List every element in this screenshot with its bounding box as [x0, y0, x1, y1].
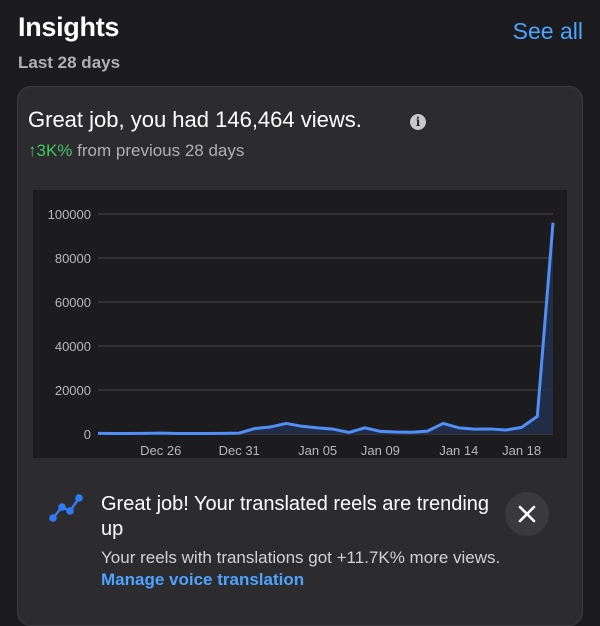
y-tick-label: 0: [84, 427, 91, 442]
views-change: ↑3K% from previous 28 days: [28, 141, 244, 161]
y-tick-label: 80000: [55, 251, 91, 266]
change-text: from previous 28 days: [72, 141, 245, 160]
notice-body: Your reels with translations got +11.7K%…: [101, 547, 501, 591]
views-line: [97, 222, 555, 436]
info-icon[interactable]: i: [410, 114, 426, 130]
period-label: Last 28 days: [18, 53, 121, 72]
notice-title: Great job! Your translated reels are tre…: [101, 493, 490, 540]
x-tick-label: Jan 05: [298, 443, 337, 458]
see-all-link[interactable]: See all: [513, 18, 583, 45]
x-tick-label: Jan 14: [439, 443, 478, 458]
views-area: [98, 222, 553, 434]
insights-title: Insights: [18, 12, 120, 42]
views-headline: Great job, you had 146,464 views.: [28, 107, 362, 132]
change-value: ↑3K%: [28, 141, 73, 160]
manage-voice-translation-link[interactable]: Manage voice translation: [101, 570, 304, 589]
y-tick-label: 60000: [55, 295, 91, 310]
y-tick-label: 100000: [48, 207, 91, 222]
x-tick-label: Jan 18: [502, 443, 541, 458]
views-chart-svg: 100000 80000 60000 40000 20000 0 Dec 26 Dec 31 J…: [48, 207, 555, 458]
y-tick-label: 40000: [55, 339, 91, 354]
x-tick-label: Jan 09: [361, 443, 400, 458]
trending-up-icon: [49, 494, 83, 522]
close-button[interactable]: [505, 492, 549, 536]
x-tick-label: Dec 31: [219, 443, 260, 458]
y-tick-label: 20000: [55, 383, 91, 398]
close-icon: [518, 505, 536, 523]
notice-body-text: Your reels with translations got +11.7K%…: [101, 548, 501, 567]
x-tick-label: Dec 26: [140, 443, 181, 458]
views-chart: 100000 80000 60000 40000 20000 0 Dec 26 Dec 31 J…: [33, 190, 567, 458]
